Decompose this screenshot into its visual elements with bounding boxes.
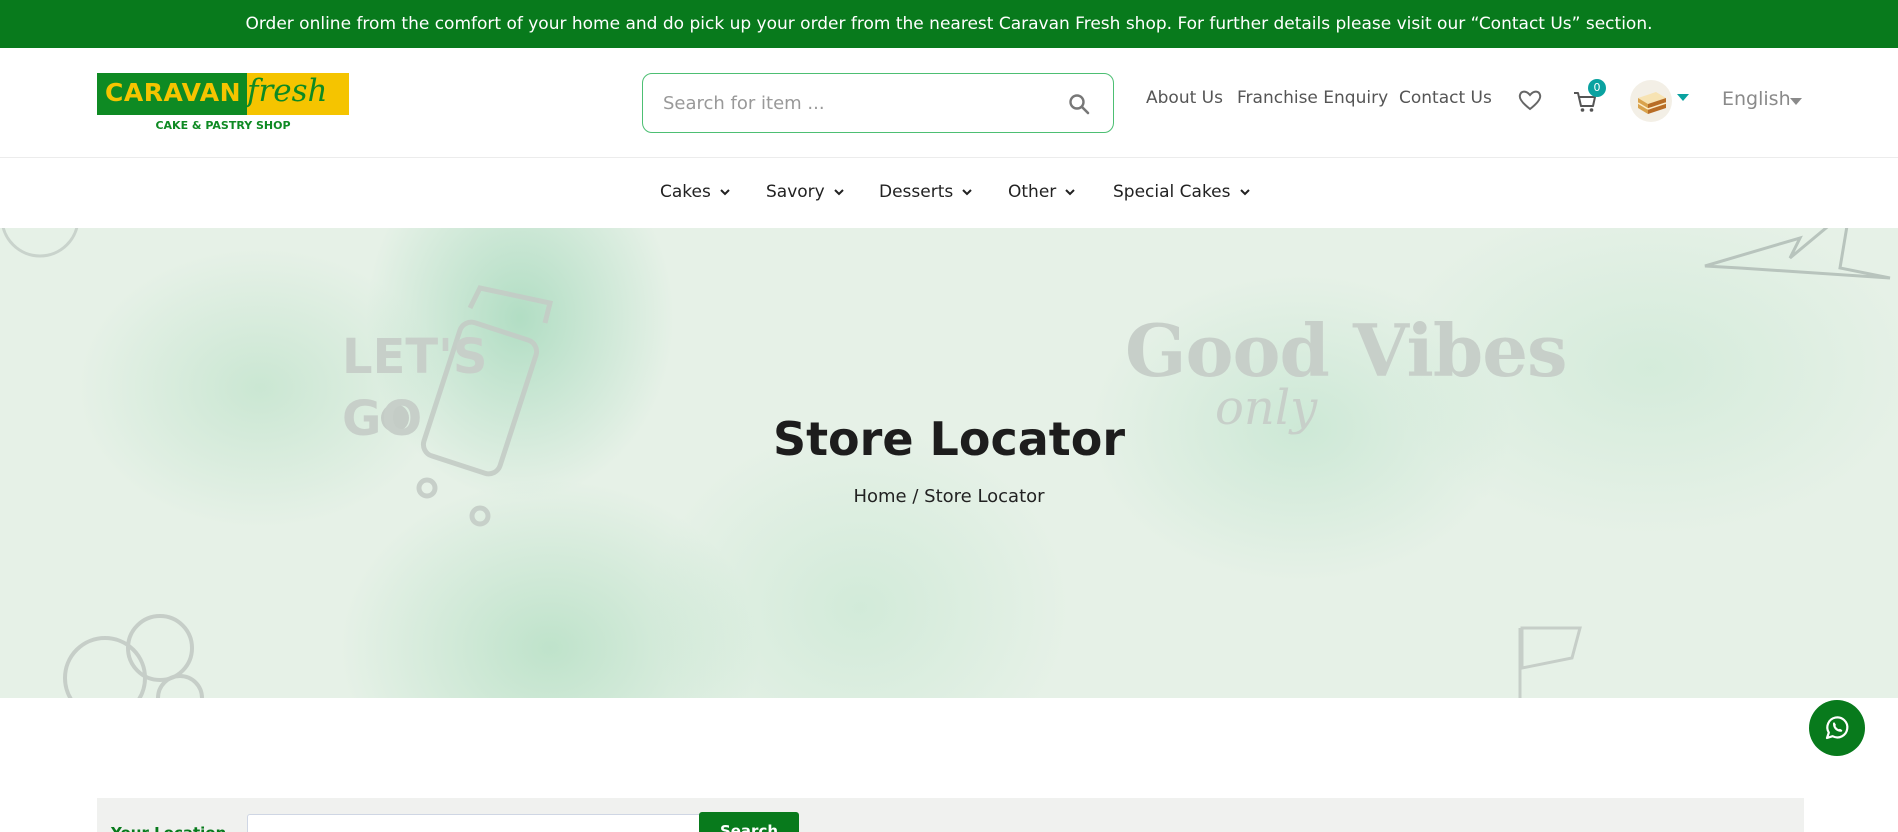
franchise-enquiry-link[interactable]: Franchise Enquiry xyxy=(1237,88,1388,108)
avatar-dropdown-caret[interactable] xyxy=(1677,94,1689,101)
nav-item-special-cakes[interactable]: Special Cakes xyxy=(1113,182,1251,202)
logo-word-fresh: fresh xyxy=(247,73,328,109)
nav-label: Desserts xyxy=(879,182,954,202)
search-box xyxy=(642,73,1114,133)
announcement-bar: Order online from the comfort of your ho… xyxy=(0,0,1898,48)
language-selector[interactable]: English xyxy=(1722,88,1791,110)
location-search-button[interactable]: Search xyxy=(699,812,799,832)
cake-avatar-icon xyxy=(1637,92,1667,114)
breadcrumb-home[interactable]: Home xyxy=(853,486,906,507)
breadcrumb-separator: / xyxy=(912,486,919,507)
page-title: Store Locator xyxy=(772,412,1126,466)
header: CARAVAN fresh CAKE & PASTRY SHOP About U… xyxy=(0,48,1898,158)
chevron-down-icon xyxy=(962,189,972,196)
brand-logo[interactable]: CARAVAN fresh CAKE & PASTRY SHOP xyxy=(97,73,349,133)
breadcrumb-current: Store Locator xyxy=(924,486,1045,507)
store-locator-form: Your Location Search xyxy=(97,798,1804,832)
whatsapp-icon xyxy=(1825,716,1849,740)
breadcrumb: Home / Store Locator xyxy=(0,486,1898,507)
chevron-down-icon xyxy=(720,189,730,196)
chevron-down-icon xyxy=(1065,189,1075,196)
logo-word-caravan: CARAVAN xyxy=(105,78,242,107)
location-input[interactable] xyxy=(247,814,719,832)
nav-label: Cakes xyxy=(660,182,711,202)
avatar[interactable] xyxy=(1630,80,1672,122)
about-us-link[interactable]: About Us xyxy=(1146,88,1223,108)
logo-tagline: CAKE & PASTRY SHOP xyxy=(155,119,291,132)
nav-item-savory[interactable]: Savory xyxy=(766,182,845,202)
whatsapp-button[interactable] xyxy=(1809,700,1865,756)
nav-item-desserts[interactable]: Desserts xyxy=(879,182,973,202)
cart-count-badge: 0 xyxy=(1588,79,1606,97)
announcement-text: Order online from the comfort of your ho… xyxy=(245,14,1653,34)
location-label: Your Location xyxy=(111,824,226,832)
heart-icon[interactable] xyxy=(1517,88,1543,112)
nav-item-cakes[interactable]: Cakes xyxy=(660,182,731,202)
chevron-down-icon xyxy=(1239,189,1250,196)
search-icon[interactable] xyxy=(1067,92,1091,116)
nav-label: Special Cakes xyxy=(1113,182,1231,202)
search-input[interactable] xyxy=(663,74,1053,132)
chevron-down-icon xyxy=(834,189,844,196)
nav-label: Other xyxy=(1008,182,1057,202)
good-vibes-doodle-text: Good Vibes xyxy=(1125,308,1568,393)
hero-banner: LET'S GO Good Vibes only Store Locator Ho… xyxy=(0,228,1898,698)
contact-us-link[interactable]: Contact Us xyxy=(1399,88,1492,108)
main-nav: Cakes Savory Desserts Other Special Cake… xyxy=(0,158,1898,228)
nav-item-other[interactable]: Other xyxy=(1008,182,1076,202)
language-caret-icon[interactable] xyxy=(1790,98,1802,105)
nav-label: Savory xyxy=(766,182,825,202)
